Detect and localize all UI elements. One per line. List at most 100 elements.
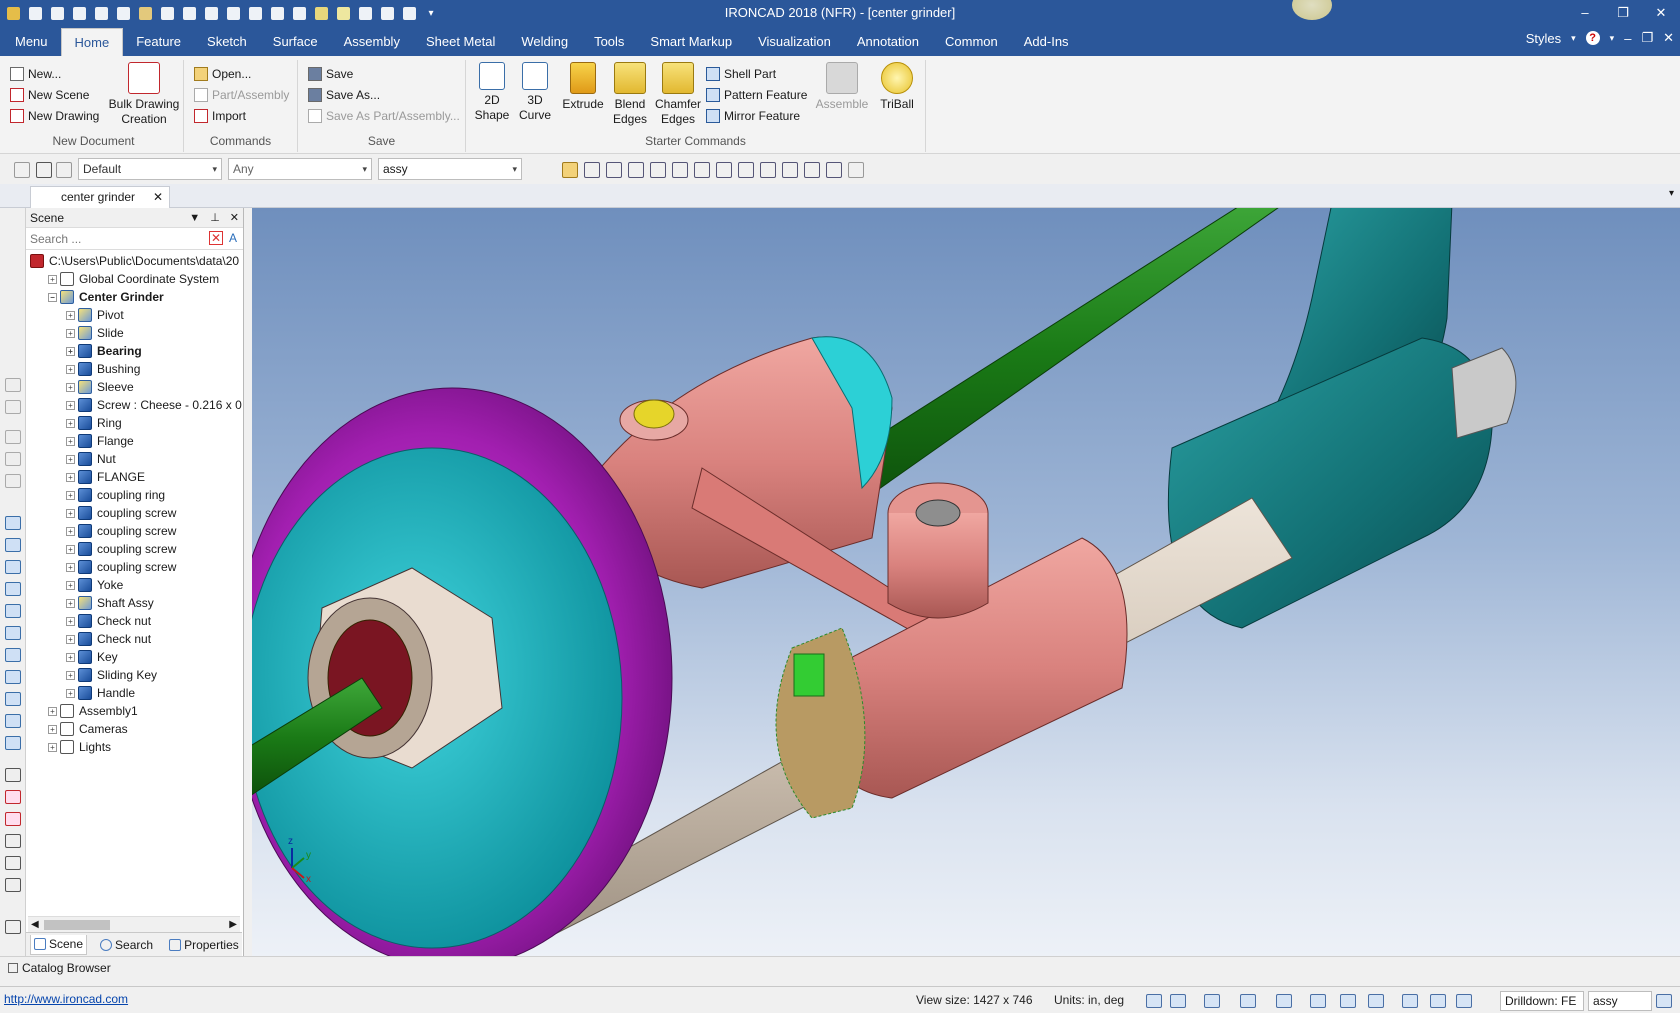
close-icon[interactable]: ✕ [153,187,163,207]
tab-common[interactable]: Common [932,28,1011,56]
tree-node[interactable]: + Assembly1 [48,702,138,720]
tree-node[interactable]: + Ring [66,414,122,432]
tab-scene[interactable]: Scene [30,934,88,955]
tab-home[interactable]: Home [60,28,124,56]
help-dropdown-icon[interactable]: ▾ [1610,33,1615,44]
view-orient-icon[interactable] [1240,994,1256,1008]
tab-surface[interactable]: Surface [260,28,331,56]
triball-button[interactable]: TriBall [872,62,922,112]
tree-node[interactable]: C:\Users\Public\Documents\data\20 [30,252,239,270]
section-view-icon[interactable] [1402,994,1418,1008]
tree-expander-icon[interactable]: + [66,544,75,554]
tree-node[interactable]: + Bushing [66,360,140,378]
tools-dropdown-icon[interactable] [848,162,864,178]
tab-assembly[interactable]: Assembly [331,28,413,56]
tree-node[interactable]: + Bearing [66,342,142,360]
tab-tools[interactable]: Tools [581,28,637,56]
view-bottom-icon[interactable] [5,626,21,640]
tool-5-icon[interactable] [5,474,21,488]
tree-expander-icon[interactable]: + [66,616,75,626]
tree-node[interactable]: − Center Grinder [48,288,164,306]
circle-icon[interactable] [5,856,21,870]
tree-node[interactable]: + Shaft Assy [66,594,154,612]
doc-tab-center-grinder[interactable]: center grinder ✕ [30,186,170,208]
select-filter-icon[interactable] [14,162,30,178]
tool-4-icon[interactable] [5,452,21,466]
tree-expander-icon[interactable]: + [66,598,75,608]
clear-search-icon[interactable]: ✕ [209,231,223,245]
save-as-button[interactable]: Save As... [308,85,380,105]
doc-close-button[interactable]: ✕ [1663,30,1674,46]
pattern-feature-button[interactable]: Pattern Feature [706,85,807,105]
new-button[interactable]: New... [10,64,61,84]
tree-expander-icon[interactable]: + [66,508,75,518]
view-8-icon[interactable] [5,736,21,750]
status-level-combo[interactable]: assy [1588,991,1652,1011]
scrollbar-thumb[interactable] [44,920,110,930]
style-combo[interactable]: Default ▾ [78,158,222,180]
zoom-icon[interactable] [1146,994,1162,1008]
section-icon[interactable] [5,790,21,804]
tree-expander-icon[interactable]: + [66,490,75,500]
tree-expander-icon[interactable]: + [66,472,75,482]
chamfer-edges-button[interactable]: Chamfer Edges [654,62,702,127]
tree-expander-icon[interactable]: + [66,580,75,590]
tree-expander-icon[interactable]: − [48,292,57,302]
doc-minimize-button[interactable]: – [1624,31,1631,46]
open-folder-icon[interactable] [562,162,578,178]
tree-expander-icon[interactable]: + [66,310,75,320]
eye-icon[interactable] [5,812,21,826]
tree-horizontal-scrollbar[interactable]: ◀ ▶ [28,916,240,932]
import-button[interactable]: Import [194,106,246,126]
tree-expander-icon[interactable]: + [66,652,75,662]
tab-add-ins[interactable]: Add-Ins [1011,28,1082,56]
new-icon[interactable] [26,4,44,22]
tree-expander-icon[interactable]: + [48,274,57,284]
close-icon[interactable]: ✕ [230,208,239,228]
tree-node[interactable]: + Yoke [66,576,123,594]
tab-feature[interactable]: Feature [123,28,194,56]
tab-sketch[interactable]: Sketch [194,28,260,56]
open-button[interactable]: Open... [194,64,251,84]
tree-node[interactable]: + Check nut [66,630,151,648]
tree-expander-icon[interactable]: + [66,436,75,446]
window-icon[interactable] [400,4,418,22]
open-icon[interactable] [136,4,154,22]
help-icon[interactable]: ? [1585,31,1600,45]
zoom-dropdown-icon[interactable] [1170,994,1186,1008]
tree-node[interactable]: + Slide [66,324,124,342]
export-icon[interactable] [650,162,666,178]
tree-expander-icon[interactable]: + [66,382,75,392]
tool-1-icon[interactable] [5,378,21,392]
redo-icon[interactable] [290,4,308,22]
template-icon[interactable] [114,4,132,22]
undo-icon[interactable] [268,4,286,22]
view-back-icon[interactable] [5,538,21,552]
save-icon[interactable] [584,162,600,178]
tab-search[interactable]: Search [97,935,156,955]
styles-dropdown-icon[interactable]: ▾ [1571,33,1576,44]
view-7-icon[interactable] [5,714,21,728]
level-combo[interactable]: assy ▾ [378,158,522,180]
tree-expander-icon[interactable]: + [48,742,57,752]
tree-expander-icon[interactable]: + [66,670,75,680]
customize-qat-icon[interactable]: ▾ [422,4,440,22]
tree-expander-icon[interactable]: + [66,328,75,338]
tree-node[interactable]: + Key [66,648,118,666]
tree-node[interactable]: + Sleeve [66,378,134,396]
tree-node[interactable]: + Global Coordinate System [48,270,219,288]
scene-search-field[interactable]: Search ... ✕ A [26,228,243,250]
new-scene-icon[interactable] [48,4,66,22]
view-5-icon[interactable] [5,670,21,684]
tab-visualization[interactable]: Visualization [745,28,844,56]
grip-icon[interactable] [5,920,21,934]
tree-node[interactable]: + Cameras [48,720,128,738]
tree-expander-icon[interactable]: + [66,634,75,644]
minimize-button[interactable]: – [1566,0,1604,26]
scene-render[interactable]: z y x [252,208,1680,956]
tree-node[interactable]: + Handle [66,684,135,702]
view-top-icon[interactable] [5,604,21,618]
image-icon[interactable] [804,162,820,178]
tree-node[interactable]: + coupling ring [66,486,165,504]
tab-welding[interactable]: Welding [508,28,581,56]
